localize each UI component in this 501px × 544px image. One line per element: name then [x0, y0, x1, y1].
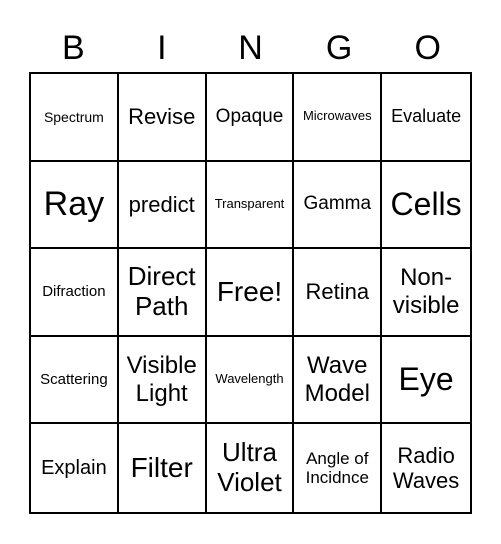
bingo-cell[interactable]: Spectrum: [31, 74, 119, 162]
bingo-cell[interactable]: Opaque: [206, 74, 295, 162]
header-letter-o: O: [414, 29, 441, 67]
bingo-cell[interactable]: Angle of Incidnce: [294, 424, 383, 512]
bingo-cell[interactable]: Eye: [382, 337, 470, 425]
bingo-cell[interactable]: Direct Path: [118, 249, 207, 337]
bingo-cell[interactable]: Radio Waves: [382, 424, 470, 512]
bingo-cell[interactable]: predict: [118, 161, 207, 250]
bingo-cell[interactable]: Retina: [294, 249, 383, 337]
bingo-cell[interactable]: Difraction: [31, 249, 119, 337]
bingo-cell[interactable]: Non-visible: [382, 249, 470, 337]
header-letter-i: I: [157, 29, 167, 67]
bingo-cell[interactable]: Microwaves: [294, 74, 383, 162]
bingo-cell[interactable]: Cells: [382, 162, 470, 250]
free-space-cell[interactable]: Free!: [206, 249, 295, 337]
bingo-cell[interactable]: Evaluate: [382, 74, 470, 162]
header-letter-g: G: [325, 29, 353, 67]
header-letter-b: B: [61, 29, 85, 67]
bingo-header: B I N G O: [29, 28, 472, 72]
bingo-cell[interactable]: Ultra Violet: [207, 424, 295, 512]
bingo-cell[interactable]: Explain: [31, 424, 119, 512]
bingo-cell[interactable]: Transparent: [206, 161, 295, 250]
header-letter-n: N: [238, 29, 263, 67]
bingo-cell[interactable]: Filter: [119, 424, 207, 512]
bingo-cell[interactable]: Wavelength: [206, 336, 295, 425]
bingo-cell[interactable]: Scattering: [31, 336, 119, 425]
bingo-cell[interactable]: Ray: [31, 161, 119, 250]
bingo-cell[interactable]: Wave Model: [294, 336, 383, 425]
bingo-cell[interactable]: Gamma: [294, 161, 383, 250]
bingo-cell[interactable]: Visible Light: [118, 336, 207, 425]
bingo-board: Spectrum Revise Opaque Microwaves Evalua…: [29, 72, 472, 514]
bingo-cell[interactable]: Revise: [118, 74, 207, 162]
